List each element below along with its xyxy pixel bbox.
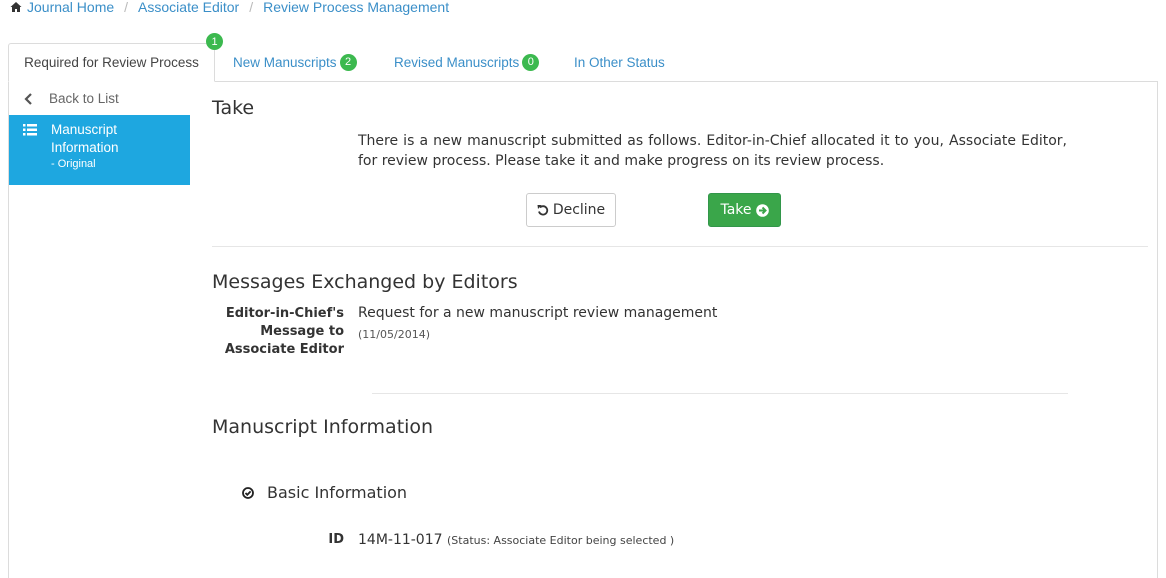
tab-bar: Required for Review Process New Manuscri… — [8, 43, 1166, 82]
messages-heading: Messages Exchanged by Editors — [212, 271, 518, 293]
id-label: ID — [328, 532, 344, 547]
take-message: There is a new manuscript submitted as f… — [358, 133, 1067, 169]
divider — [372, 393, 1068, 394]
message-label: Editor-in-Chief's Message to Associate E… — [224, 306, 344, 357]
back-to-list-link[interactable]: Back to List — [9, 82, 190, 115]
list-icon — [23, 124, 37, 136]
manuscript-information-heading: Manuscript Information — [212, 416, 434, 438]
decline-button[interactable]: Decline — [526, 193, 616, 227]
basic-information-label: Basic Information — [267, 483, 408, 502]
take-heading: Take — [212, 97, 255, 119]
message-date: (11/05/2014) — [358, 328, 430, 341]
revised-count-badge: 0 — [522, 53, 540, 71]
chevron-left-icon — [24, 92, 32, 105]
undo-icon — [537, 205, 548, 216]
tab-other-label: In Other Status — [574, 54, 665, 70]
breadcrumb-review-process[interactable]: Review Process Management — [263, 0, 449, 15]
check-circle-icon — [242, 486, 254, 499]
arrow-circle-right-icon — [755, 203, 769, 217]
sidebar-item-title: Manuscript Information — [51, 122, 119, 155]
basic-information-toggle[interactable]: Basic Information — [242, 483, 407, 502]
message-subject: Request for a new manuscript review mana… — [358, 305, 718, 321]
take-label: Take — [720, 202, 752, 218]
home-icon — [10, 2, 22, 12]
tab-new-label: New Manuscripts — [233, 54, 337, 70]
take-button[interactable]: Take — [708, 193, 781, 227]
tab-required-for-review[interactable]: Required for Review Process — [8, 43, 215, 82]
breadcrumb: Journal Home / Associate Editor / Review… — [10, 0, 449, 16]
divider — [212, 246, 1148, 247]
breadcrumb-journal-home[interactable]: Journal Home — [27, 0, 114, 15]
id-value-row: 14M-11-017 (Status: Associate Editor bei… — [358, 532, 674, 548]
breadcrumb-separator: / — [124, 0, 129, 15]
sidebar: Back to List Manuscript Information - Or… — [9, 82, 190, 185]
sidebar-item-manuscript-information[interactable]: Manuscript Information - Original — [9, 115, 190, 185]
back-to-list-label: Back to List — [49, 91, 119, 106]
sidebar-item-subtitle: - Original — [51, 158, 96, 170]
breadcrumb-associate-editor[interactable]: Associate Editor — [138, 0, 239, 15]
manuscript-status: (Status: Associate Editor being selected… — [447, 534, 675, 547]
tab-revised-label: Revised Manuscripts — [394, 54, 520, 70]
tab-other-status[interactable]: In Other Status — [574, 43, 665, 81]
breadcrumb-separator: / — [249, 0, 254, 15]
tab-new-manuscripts[interactable]: New Manuscripts 2 — [233, 43, 357, 81]
new-count-badge: 2 — [339, 53, 357, 71]
content-panel: Back to List Manuscript Information - Or… — [8, 81, 1158, 578]
tab-required-label: Required for Review Process — [24, 55, 199, 70]
tab-revised-manuscripts[interactable]: Revised Manuscripts 0 — [394, 43, 540, 81]
tab-required-count-badge: 1 — [206, 33, 223, 50]
decline-label: Decline — [552, 202, 606, 218]
manuscript-id: 14M-11-017 — [358, 532, 443, 548]
